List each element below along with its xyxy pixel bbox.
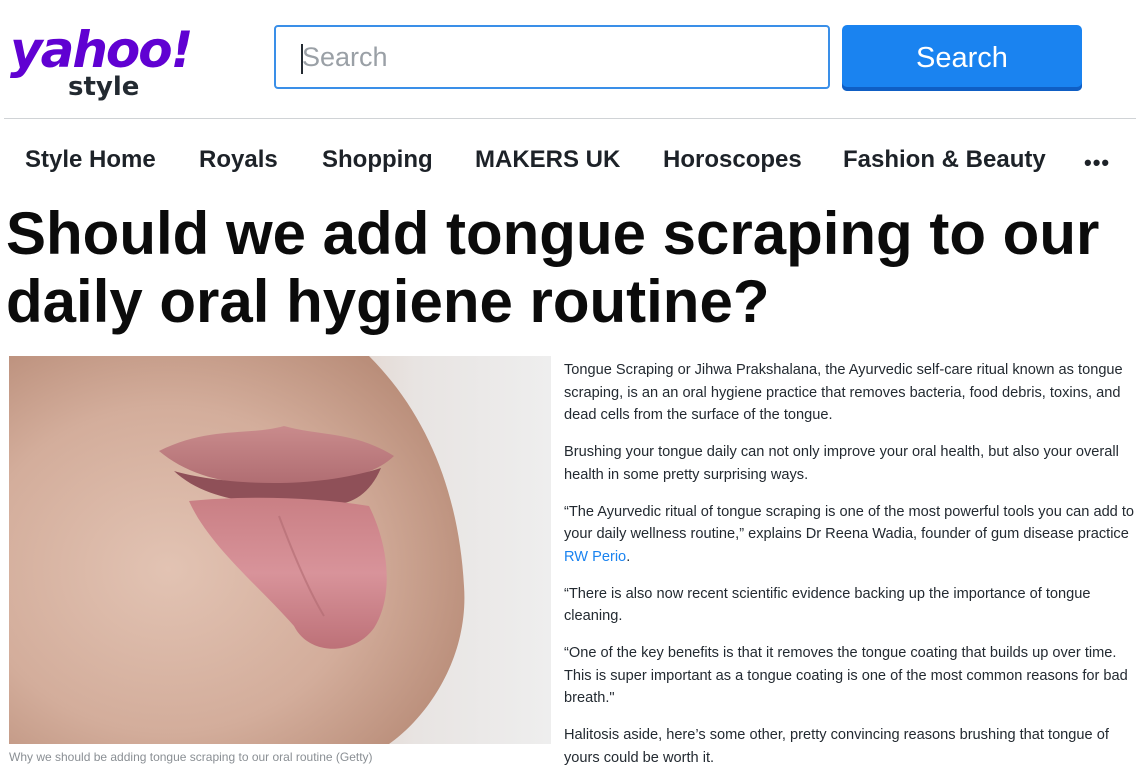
logo-brand: yahoo! xyxy=(10,21,193,79)
paragraph-5: “One of the key benefits is that it remo… xyxy=(564,645,1128,706)
article-image xyxy=(9,356,551,744)
quote-text: “The Ayurvedic ritual of tongue scraping… xyxy=(564,503,1135,543)
search-button[interactable]: Search xyxy=(842,25,1082,91)
site-header: yahoo! style Search xyxy=(0,0,1146,118)
paragraph-4: “There is also now recent scientific evi… xyxy=(564,585,1091,625)
nav-item-makers-uk[interactable]: MAKERS UK xyxy=(475,146,620,174)
section-nav: Style Home Royals Shopping MAKERS UK Hor… xyxy=(0,140,1146,184)
paragraph-6: Halitosis aside, here’s some other, pret… xyxy=(564,727,1109,766)
nav-item-royals[interactable]: Royals xyxy=(199,146,278,174)
nav-item-shopping[interactable]: Shopping xyxy=(322,146,433,174)
nav-item-style-home[interactable]: Style Home xyxy=(25,146,156,174)
paragraph-2: Brushing your tongue daily can not only … xyxy=(564,444,1119,483)
paragraph-1: Tongue Scraping or Jihwa Prakshalana, th… xyxy=(564,362,1123,423)
tongue-photo xyxy=(9,356,551,744)
search-input[interactable] xyxy=(274,25,830,89)
logo-sub: style xyxy=(68,72,140,102)
nav-item-horoscopes[interactable]: Horoscopes xyxy=(663,146,802,174)
more-menu-icon[interactable]: ••• xyxy=(1084,150,1110,176)
nav-item-fashion-beauty[interactable]: Fashion & Beauty xyxy=(843,146,1046,174)
article-body: Tongue Scraping or Jihwa Prakshalana, th… xyxy=(564,359,1136,784)
article-headline: Should we add tongue scraping to our dai… xyxy=(6,200,1100,335)
rw-perio-link[interactable]: RW Perio xyxy=(564,549,626,565)
yahoo-style-logo[interactable]: yahoo! style xyxy=(10,24,193,104)
header-divider xyxy=(4,118,1136,119)
quote-end: . xyxy=(626,548,631,565)
paragraph-3: “The Ayurvedic ritual of tongue scraping… xyxy=(564,501,1136,569)
text-cursor xyxy=(301,44,303,74)
image-caption: Why we should be adding tongue scraping … xyxy=(9,750,373,764)
